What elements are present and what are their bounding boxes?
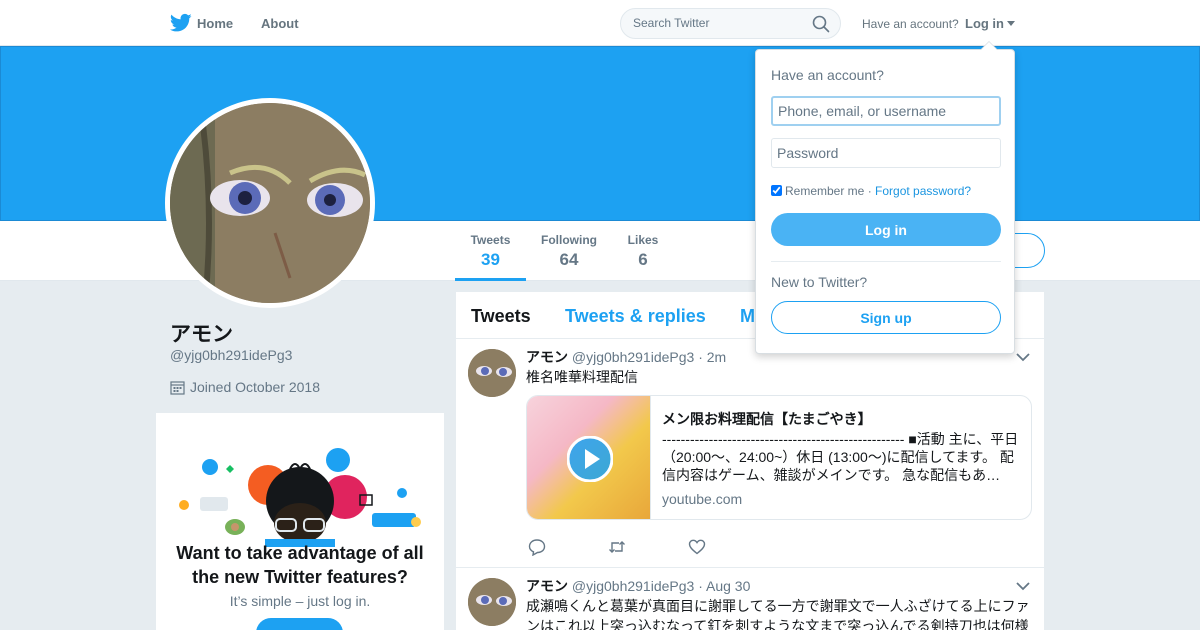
tweet-text: 成瀬鳴くんと葛葉が真面目に謝罪してる一方で謝罪文で一人ふざけてる上にファンはこれ… bbox=[526, 598, 1030, 630]
search-input[interactable] bbox=[633, 16, 803, 30]
stat-label: Following bbox=[541, 233, 597, 247]
card-description: ----------------------------------------… bbox=[662, 431, 1019, 483]
profile-handle[interactable]: @yjg0bh291idePg3 bbox=[170, 347, 292, 363]
play-icon[interactable] bbox=[567, 436, 613, 482]
chevron-down-icon[interactable] bbox=[1016, 581, 1030, 591]
stat-value: 6 bbox=[638, 250, 648, 269]
separator: · bbox=[864, 184, 876, 198]
chevron-down-icon[interactable] bbox=[1007, 21, 1015, 26]
tweet-avatar[interactable] bbox=[468, 578, 516, 626]
card-domain: youtube.com bbox=[662, 491, 743, 507]
tweet-avatar-image bbox=[468, 578, 516, 626]
chevron-down-icon[interactable] bbox=[1016, 352, 1030, 362]
retweet-icon[interactable] bbox=[608, 538, 626, 556]
search-box bbox=[620, 8, 841, 39]
tab-tweets[interactable]: Tweets bbox=[471, 306, 531, 327]
tweet[interactable]: アモン @yjg0bh291idePg3 · 2m 椎名唯華料理配信 メン限お料… bbox=[456, 339, 1044, 568]
reply-icon[interactable] bbox=[528, 538, 546, 556]
joined-date: Joined October 2018 bbox=[170, 379, 320, 395]
card-thumbnail bbox=[527, 396, 651, 519]
tweet-header: アモン @yjg0bh291idePg3 · Aug 30 bbox=[526, 576, 750, 596]
tweet-text: 椎名唯華料理配信 bbox=[526, 369, 638, 385]
tab-media[interactable]: M bbox=[740, 306, 755, 327]
tweet-author-name[interactable]: アモン bbox=[526, 578, 568, 594]
forgot-password-link[interactable]: Forgot password? bbox=[875, 184, 971, 198]
tweet-meta[interactable]: @yjg0bh291idePg3 · Aug 30 bbox=[572, 578, 750, 594]
login-menu-link[interactable]: Log in bbox=[965, 16, 1004, 31]
joined-text: Joined October 2018 bbox=[190, 379, 320, 395]
stat-following[interactable]: Following 64 bbox=[537, 233, 601, 270]
calendar-icon bbox=[170, 381, 185, 395]
tweet-author-name[interactable]: アモン bbox=[526, 349, 568, 365]
top-nav: Home About Have an account? Log in bbox=[0, 0, 1200, 46]
stat-label: Likes bbox=[627, 233, 659, 247]
remember-me-label[interactable]: Remember me bbox=[785, 184, 864, 198]
login-promo-card: Want to take advantage of all the new Tw… bbox=[156, 413, 444, 630]
password-input[interactable] bbox=[771, 138, 1001, 168]
link-card[interactable]: メン限お料理配信【たまごやき】 ------------------------… bbox=[526, 395, 1032, 520]
promo-title: Want to take advantage of all the new Tw… bbox=[176, 543, 424, 587]
card-title: メン限お料理配信【たまごやき】 bbox=[662, 411, 872, 427]
promo-subtitle: It’s simple – just log in. bbox=[229, 593, 371, 609]
tweet[interactable]: アモン @yjg0bh291idePg3 · Aug 30 成瀬鳴くんと葛葉が真… bbox=[456, 568, 1044, 630]
search-icon[interactable] bbox=[812, 15, 830, 33]
promo-illustration bbox=[179, 448, 421, 547]
signup-button[interactable]: Sign up bbox=[771, 301, 1001, 334]
new-to-twitter-label: New to Twitter? bbox=[771, 274, 868, 290]
login-button[interactable]: Log in bbox=[771, 213, 1001, 246]
tweet-avatar-image bbox=[468, 349, 516, 397]
profile-name[interactable]: アモン bbox=[170, 318, 233, 348]
username-input[interactable] bbox=[771, 96, 1001, 126]
profile-avatar[interactable] bbox=[165, 98, 375, 308]
tweet-header: アモン @yjg0bh291idePg3 · 2m bbox=[526, 347, 726, 367]
stat-label: Tweets bbox=[470, 233, 511, 247]
heart-icon[interactable] bbox=[688, 538, 706, 556]
promo-login-button[interactable] bbox=[256, 618, 343, 630]
tweet-avatar[interactable] bbox=[468, 349, 516, 397]
stat-likes[interactable]: Likes 6 bbox=[622, 233, 664, 270]
twitter-bird-icon[interactable] bbox=[170, 13, 192, 33]
tab-tweets-and-replies[interactable]: Tweets & replies bbox=[565, 306, 706, 327]
dropdown-heading: Have an account? bbox=[771, 67, 884, 83]
stat-tweets[interactable]: Tweets 39 bbox=[455, 233, 526, 281]
nav-home-link[interactable]: Home bbox=[197, 16, 233, 31]
avatar-image bbox=[170, 103, 370, 303]
remember-row: Remember me · Forgot password? bbox=[771, 184, 971, 198]
tweet-meta[interactable]: @yjg0bh291idePg3 · 2m bbox=[572, 349, 726, 365]
stat-value: 39 bbox=[481, 250, 500, 269]
remember-me-checkbox[interactable] bbox=[771, 185, 782, 196]
nav-about-link[interactable]: About bbox=[261, 16, 299, 31]
stat-value: 64 bbox=[559, 250, 579, 269]
divider bbox=[771, 261, 1001, 262]
have-account-label: Have an account? bbox=[862, 17, 959, 31]
login-dropdown: Have an account? Remember me · Forgot pa… bbox=[755, 41, 1015, 354]
